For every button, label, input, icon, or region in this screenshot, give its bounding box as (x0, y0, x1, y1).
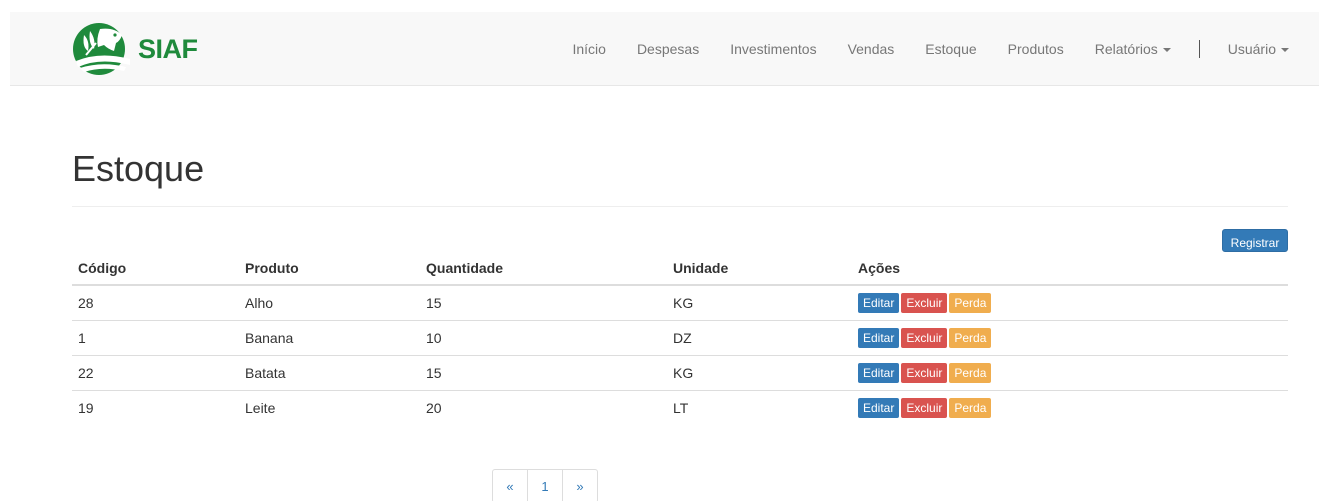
table-row: 28 Alho 15 KG Editar Excluir Perda (72, 285, 1288, 321)
delete-button[interactable]: Excluir (901, 292, 948, 313)
caret-down-icon (1281, 48, 1289, 53)
cell-product: Batata (239, 355, 420, 391)
brand[interactable]: SIAF (70, 20, 198, 78)
cell-qty: 20 (426, 399, 442, 416)
pagination-prev-button[interactable]: « (492, 469, 528, 501)
cell-unit: KG (667, 285, 852, 321)
cell-product: Alho (239, 285, 420, 321)
cell-qty: 15 (420, 355, 667, 391)
farm-logo-icon (73, 23, 130, 75)
cell-unit: KG (667, 355, 852, 391)
nav-item-inicio[interactable]: Início (572, 41, 605, 57)
nav-item-vendas[interactable]: Vendas (848, 41, 895, 57)
edit-button[interactable]: Editar (858, 292, 900, 313)
nav-item-relatorios[interactable]: Relatórios (1095, 41, 1171, 57)
edit-button[interactable]: Editar (858, 327, 900, 348)
nav-item-usuario-label: Usuário (1227, 41, 1276, 57)
cell-unit: LT (673, 399, 689, 416)
nav-item-despesas[interactable]: Despesas (637, 41, 699, 57)
edit-button[interactable]: Editar (858, 397, 900, 418)
cell-actions: Editar Excluir Perda (852, 390, 1288, 425)
cell-code: 19 (78, 399, 94, 416)
nav-divider (1198, 40, 1200, 58)
main-nav: Início Despesas Investimentos Vendas Est… (541, 12, 1289, 86)
header-codigo: Código (72, 251, 239, 286)
pagination: « 1 » (492, 469, 598, 501)
table-header-row: Código Produto Quantidade Unidade Ações (72, 251, 1288, 286)
cell-code: 28 (72, 285, 239, 321)
edit-button[interactable]: Editar (858, 362, 900, 383)
cell-actions: Editar Excluir Perda (852, 355, 1288, 391)
header-acoes: Ações (852, 251, 1288, 286)
title-divider (72, 206, 1288, 207)
navbar: SIAF Início Despesas Investimentos Venda… (10, 12, 1319, 86)
cell-code: 22 (72, 355, 239, 391)
loss-button[interactable]: Perda (949, 397, 992, 418)
cell-actions: Editar Excluir Perda (852, 285, 1288, 321)
register-button[interactable]: Registrar (1222, 229, 1288, 252)
table-row: 22 Batata 15 KG Editar Excluir Perda (72, 355, 1288, 391)
loss-button[interactable]: Perda (949, 292, 992, 313)
loss-button[interactable]: Perda (949, 327, 992, 348)
cell-code: 1 (72, 320, 239, 356)
cell-qty: 15 (420, 285, 667, 321)
header-quantidade: Quantidade (420, 251, 667, 286)
pagination-page-1[interactable]: 1 (527, 469, 563, 501)
pagination-next-button[interactable]: » (562, 469, 598, 501)
cell-unit: DZ (667, 320, 852, 356)
cell-product: Banana (239, 320, 420, 356)
delete-button[interactable]: Excluir (901, 362, 948, 383)
table-row: 1 Banana 10 DZ Editar Excluir Perda (72, 320, 1288, 356)
header-unidade: Unidade (667, 251, 852, 286)
nav-item-produtos[interactable]: Produtos (1008, 41, 1064, 57)
cell-actions: Editar Excluir Perda (852, 320, 1288, 356)
nav-item-estoque[interactable]: Estoque (925, 41, 976, 57)
delete-button[interactable]: Excluir (901, 327, 948, 348)
header-produto: Produto (239, 251, 420, 286)
loss-button[interactable]: Perda (949, 362, 992, 383)
caret-down-icon (1162, 48, 1171, 53)
nav-item-usuario[interactable]: Usuário (1228, 41, 1289, 57)
cell-qty: 10 (420, 320, 667, 356)
page-title: Estoque (72, 148, 205, 189)
table-row: 19 Leite 20 LT Editar Excluir Perda (72, 390, 1288, 425)
delete-button[interactable]: Excluir (901, 397, 948, 418)
cell-product: Leite (245, 399, 276, 416)
nav-item-investimentos[interactable]: Investimentos (730, 41, 816, 57)
stock-table: Código Produto Quantidade Unidade Ações … (72, 251, 1288, 425)
brand-name: SIAF (138, 33, 198, 64)
nav-item-relatorios-label: Relatórios (1094, 41, 1158, 57)
